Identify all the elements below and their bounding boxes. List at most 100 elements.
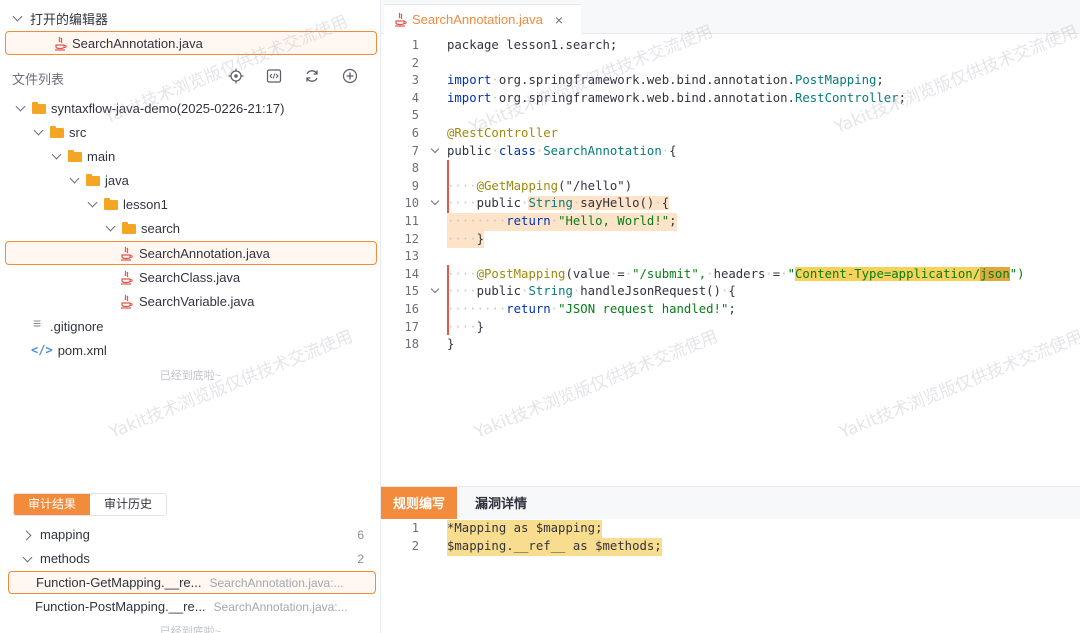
text-file-icon xyxy=(33,315,45,331)
file-tools xyxy=(228,68,358,84)
java-file-icon xyxy=(394,12,408,27)
line-number: 13 xyxy=(404,249,419,264)
chevron-down-icon xyxy=(51,150,63,162)
refresh-icon[interactable] xyxy=(304,68,320,84)
tab-audit-results[interactable]: 审计结果 xyxy=(14,494,91,515)
rule-editor[interactable]: 1 2 *Mapping as $mapping; $mapping.__ref… xyxy=(381,519,1080,633)
tree-item-src[interactable]: src xyxy=(5,120,377,144)
code-line: ····@PostMapping(value·=·"/submit",·head… xyxy=(447,266,1025,281)
chevron-down-icon xyxy=(12,12,24,24)
editor-tab-searchannotation[interactable]: SearchAnnotation.java × xyxy=(384,4,581,34)
chevron-right-icon xyxy=(22,529,34,541)
tree-item-label: .gitignore xyxy=(50,318,104,334)
tab-audit-history[interactable]: 审计历史 xyxy=(90,494,167,515)
xml-file-icon: </> xyxy=(31,343,53,357)
code-line: ····public·String·sayHello()·{ xyxy=(447,196,670,211)
audit-end-note: 已经到底啦~ xyxy=(159,626,222,633)
code-line: ····} xyxy=(447,319,485,334)
tree-item-label: java xyxy=(105,172,129,188)
result-item-function: Function-GetMapping.__re... xyxy=(36,575,202,590)
tree-item-label: SearchVariable.java xyxy=(139,293,255,309)
tree-item-main[interactable]: main xyxy=(5,144,377,168)
folder-icon xyxy=(50,126,64,138)
tree-item-java[interactable]: java xyxy=(5,168,377,192)
chevron-down-icon xyxy=(15,102,27,114)
locate-icon[interactable] xyxy=(228,68,244,84)
tab-rule-writing[interactable]: 规则编写 xyxy=(381,487,458,520)
tree-item-label: src xyxy=(69,124,87,140)
line-number: 7 xyxy=(411,143,419,158)
folder-icon xyxy=(86,174,100,186)
folder-icon xyxy=(122,222,136,234)
file-list-header: 文件列表 xyxy=(12,68,368,88)
result-group-label: methods xyxy=(40,551,90,566)
code-line: ········return·"JSON request handled!"; xyxy=(447,302,736,316)
tree-item-label: lesson1 xyxy=(123,196,168,212)
line-number: 5 xyxy=(411,108,419,123)
line-number: 11 xyxy=(404,214,419,228)
tree-item-lesson1[interactable]: lesson1 xyxy=(5,192,377,216)
tab-vuln-details[interactable]: 漏洞详情 xyxy=(463,487,539,520)
line-number: 2 xyxy=(411,55,419,70)
code-line: import·org.springframework.web.bind.anno… xyxy=(447,73,884,88)
folder-icon xyxy=(68,150,82,162)
line-number: 15 xyxy=(404,284,419,299)
tree-item-label: SearchClass.java xyxy=(139,269,241,285)
folder-icon xyxy=(32,102,46,114)
code-line: ········return·"Hello, World!"; xyxy=(447,213,677,231)
editor-tabbar: SearchAnnotation.java × xyxy=(381,0,1080,34)
tree-item-searchvariable[interactable]: SearchVariable.java xyxy=(5,289,377,313)
open-editors-header[interactable]: 打开的编辑器 xyxy=(12,8,108,28)
result-group-mapping[interactable]: mapping 6 xyxy=(8,523,376,546)
result-item-function: Function-PostMapping.__re... xyxy=(35,599,206,614)
fold-chevron-icon[interactable] xyxy=(429,143,441,161)
line-number: 4 xyxy=(411,90,419,105)
chevron-down-icon xyxy=(69,174,81,186)
open-editor-item[interactable]: SearchAnnotation.java xyxy=(5,31,377,55)
end-of-list-note: 已经到底啦~ xyxy=(159,370,222,382)
tree-item-searchannotation[interactable]: SearchAnnotation.java xyxy=(5,241,377,265)
line-number: 1 xyxy=(411,521,419,535)
result-group-methods[interactable]: methods 2 xyxy=(8,547,376,570)
tree-item-label: syntaxflow-java-demo(2025-0226-21:17) xyxy=(51,100,285,116)
line-number: 14 xyxy=(404,266,419,281)
line-number: 9 xyxy=(411,178,419,193)
audit-tabs: 审计结果 审计历史 xyxy=(13,493,168,516)
open-editors-title: 打开的编辑器 xyxy=(30,11,109,27)
code-icon[interactable] xyxy=(266,68,282,84)
open-editor-label: SearchAnnotation.java xyxy=(72,35,203,51)
tree-item-label: SearchAnnotation.java xyxy=(139,245,270,261)
tree-item-project[interactable]: syntaxflow-java-demo(2025-0226-21:17) xyxy=(5,96,377,120)
folder-icon xyxy=(104,198,118,210)
code-editor[interactable]: 1 2 3 4 5 6 7 8 9 10 11 12 13 14 15 16 1… xyxy=(381,34,1080,486)
line-number: 8 xyxy=(411,161,419,176)
add-icon[interactable] xyxy=(342,68,358,84)
code-line: import·org.springframework.web.bind.anno… xyxy=(447,90,907,105)
tree-item-searchclass[interactable]: SearchClass.java xyxy=(5,265,377,289)
close-icon[interactable]: × xyxy=(555,12,563,28)
result-item-location: SearchAnnotation.java:... xyxy=(209,575,344,590)
tree-item-pom[interactable]: </> pom.xml xyxy=(5,338,377,362)
line-number: 18 xyxy=(404,337,419,352)
line-number: 10 xyxy=(404,196,419,211)
tree-item-label: main xyxy=(87,148,116,164)
result-item-location: SearchAnnotation.java:... xyxy=(213,599,348,614)
java-file-icon xyxy=(120,246,134,261)
chevron-down-icon xyxy=(22,553,34,565)
file-list-title: 文件列表 xyxy=(12,71,65,87)
fold-chevron-icon[interactable] xyxy=(429,283,441,301)
code-line: ····public·String·handleJsonRequest()·{ xyxy=(447,284,736,299)
fold-chevron-icon[interactable] xyxy=(429,195,441,213)
result-item-getmapping[interactable]: Function-GetMapping.__re... SearchAnnota… xyxy=(8,571,376,594)
code-line: ····} xyxy=(447,230,485,249)
tree-item-gitignore[interactable]: .gitignore xyxy=(5,314,377,338)
tree-item-search[interactable]: search xyxy=(5,216,377,240)
rule-line: *Mapping as $mapping; xyxy=(447,520,603,538)
code-line: package lesson1.search; xyxy=(447,38,618,52)
left-panel: 打开的编辑器 SearchAnnotation.java 文件列表 syntax… xyxy=(0,0,381,633)
result-item-postmapping[interactable]: Function-PostMapping.__re... SearchAnnot… xyxy=(8,595,376,618)
tree-item-label: search xyxy=(141,220,181,236)
java-file-icon xyxy=(120,270,134,285)
tree-item-label: pom.xml xyxy=(57,342,107,358)
result-group-count: 6 xyxy=(357,527,364,542)
